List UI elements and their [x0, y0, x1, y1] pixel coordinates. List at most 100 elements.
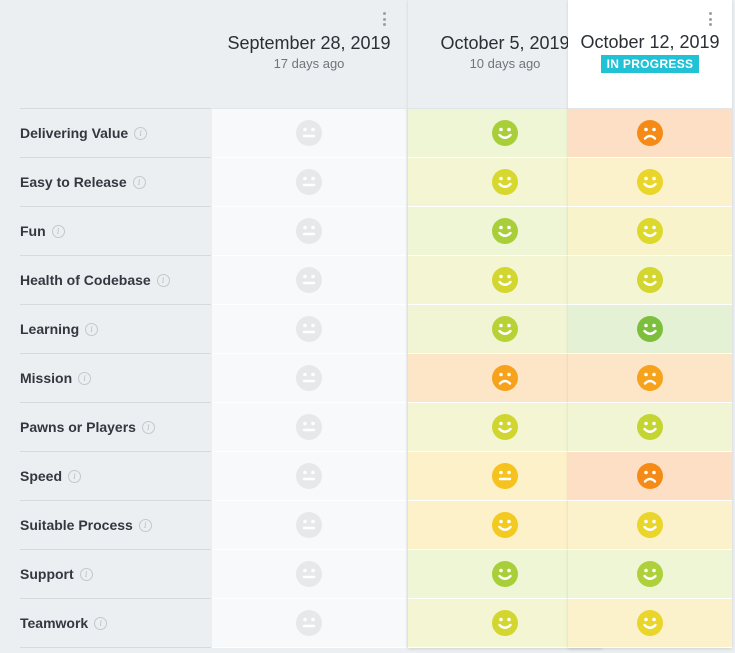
sad-face-icon: [636, 462, 664, 490]
neutral-face-icon: [295, 266, 323, 294]
rating-cell[interactable]: [568, 158, 732, 207]
happy-face-icon: [636, 217, 664, 245]
sad-face-icon: [491, 364, 519, 392]
metric-row-label: Fun i: [20, 207, 211, 256]
happy-face-icon: [491, 511, 519, 539]
rating-cell[interactable]: [568, 109, 732, 158]
rating-cell[interactable]: [212, 501, 406, 550]
metric-name: Fun: [20, 223, 46, 239]
metric-labels: Delivering Value i Easy to Release i Fun…: [20, 108, 211, 648]
neutral-face-icon: [295, 217, 323, 245]
metric-row-label: Pawns or Players i: [20, 403, 211, 452]
metric-row-label: Teamwork i: [20, 599, 211, 648]
info-icon[interactable]: i: [138, 518, 152, 532]
happy-face-icon: [636, 511, 664, 539]
metric-name: Pawns or Players: [20, 419, 136, 435]
metric-name: Learning: [20, 321, 80, 337]
info-icon[interactable]: i: [134, 126, 148, 140]
metric-row-label: Support i: [20, 550, 211, 599]
happy-face-icon: [636, 413, 664, 441]
more-options-icon[interactable]: [382, 12, 386, 26]
neutral-face-icon: [491, 462, 519, 490]
metric-row-label: Learning i: [20, 305, 211, 354]
info-icon[interactable]: i: [141, 420, 155, 434]
rating-cell[interactable]: [212, 207, 406, 256]
happy-face-icon: [636, 266, 664, 294]
rating-cell[interactable]: [212, 452, 406, 501]
metric-name: Health of Codebase: [20, 272, 151, 288]
metric-name: Speed: [20, 468, 63, 484]
session-header: October 12, 2019 IN PROGRESS: [568, 0, 732, 108]
rating-cell[interactable]: [568, 403, 732, 452]
metric-name: Suitable Process: [20, 517, 133, 533]
metric-name: Easy to Release: [20, 174, 127, 190]
metric-name: Support: [20, 566, 74, 582]
rating-cell[interactable]: [212, 109, 406, 158]
metric-name: Teamwork: [20, 615, 89, 631]
happy-face-icon: [636, 560, 664, 588]
info-icon[interactable]: i: [85, 322, 99, 336]
happy-face-icon: [491, 560, 519, 588]
info-icon[interactable]: i: [68, 469, 82, 483]
rating-cell[interactable]: [212, 354, 406, 403]
info-icon[interactable]: i: [132, 175, 146, 189]
session-date: September 28, 2019: [227, 33, 391, 53]
rating-cell[interactable]: [568, 501, 732, 550]
session-cells: [212, 108, 406, 648]
info-icon[interactable]: i: [94, 616, 108, 630]
session-age: 17 days ago: [273, 56, 345, 71]
session-column: September 28, 2019 17 days ago: [212, 0, 406, 648]
metric-row-label: Suitable Process i: [20, 501, 211, 550]
neutral-face-icon: [295, 462, 323, 490]
metric-row-label: Easy to Release i: [20, 158, 211, 207]
happy-face-icon: [636, 609, 664, 637]
info-icon[interactable]: i: [51, 224, 65, 238]
rating-cell[interactable]: [212, 403, 406, 452]
rating-cell[interactable]: [568, 354, 732, 403]
happy-face-icon: [636, 315, 664, 343]
rating-cell[interactable]: [212, 599, 406, 648]
happy-face-icon: [491, 119, 519, 147]
happy-face-icon: [491, 168, 519, 196]
more-options-icon[interactable]: [708, 12, 712, 26]
happy-face-icon: [491, 266, 519, 294]
rating-cell[interactable]: [568, 305, 732, 354]
neutral-face-icon: [295, 364, 323, 392]
sad-face-icon: [636, 364, 664, 392]
happy-face-icon: [491, 217, 519, 245]
info-icon[interactable]: i: [78, 371, 92, 385]
happy-face-icon: [636, 168, 664, 196]
rating-cell[interactable]: [568, 550, 732, 599]
happy-face-icon: [491, 315, 519, 343]
happy-face-icon: [491, 609, 519, 637]
session-column: October 12, 2019 IN PROGRESS: [568, 0, 732, 648]
rating-cell[interactable]: [568, 599, 732, 648]
neutral-face-icon: [295, 609, 323, 637]
neutral-face-icon: [295, 168, 323, 196]
rating-cell[interactable]: [568, 452, 732, 501]
rating-cell[interactable]: [212, 158, 406, 207]
session-cells: [568, 108, 732, 648]
rating-cell[interactable]: [568, 207, 732, 256]
session-header: September 28, 2019 17 days ago: [212, 0, 406, 108]
neutral-face-icon: [295, 560, 323, 588]
metric-row-label: Mission i: [20, 354, 211, 403]
rating-cell[interactable]: [212, 256, 406, 305]
metric-row-label: Delivering Value i: [20, 109, 211, 158]
info-icon[interactable]: i: [156, 273, 170, 287]
metric-name: Delivering Value: [20, 125, 129, 141]
happy-face-icon: [491, 413, 519, 441]
rating-cell[interactable]: [212, 550, 406, 599]
neutral-face-icon: [295, 315, 323, 343]
rating-cell[interactable]: [568, 256, 732, 305]
neutral-face-icon: [295, 413, 323, 441]
metric-row-label: Health of Codebase i: [20, 256, 211, 305]
rating-cell[interactable]: [212, 305, 406, 354]
info-icon[interactable]: i: [79, 567, 93, 581]
status-badge: IN PROGRESS: [600, 55, 700, 73]
sad-face-icon: [636, 119, 664, 147]
metric-name: Mission: [20, 370, 73, 386]
session-date: October 12, 2019: [580, 32, 720, 52]
neutral-face-icon: [295, 119, 323, 147]
neutral-face-icon: [295, 511, 323, 539]
